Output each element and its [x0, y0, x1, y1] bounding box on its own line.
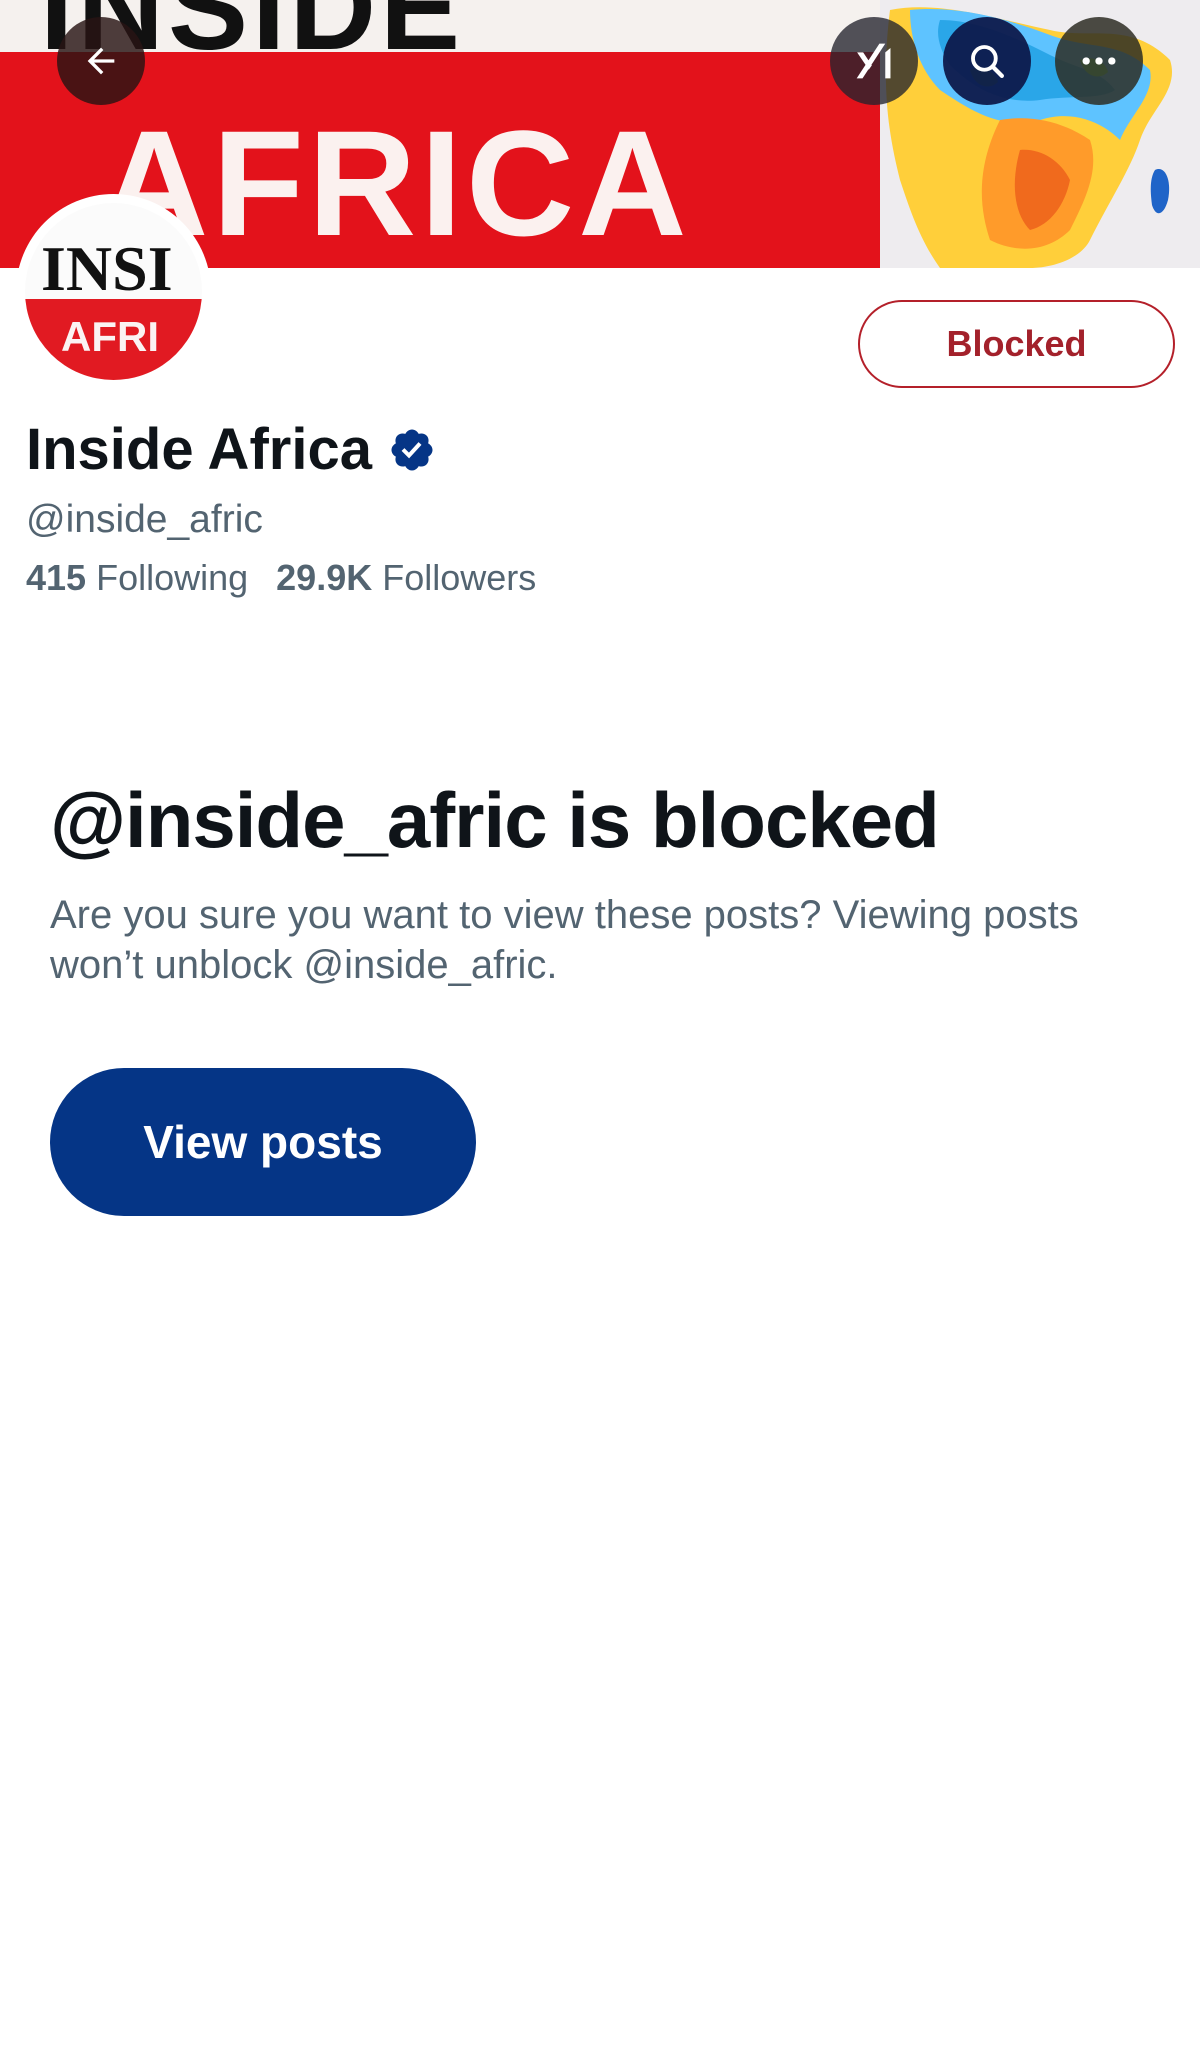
arrow-left-icon: [87, 47, 115, 75]
following-count: 415: [26, 557, 87, 598]
banner-africa-map: [880, 0, 1200, 268]
blocked-notice-title: @inside_afric is blocked: [50, 776, 940, 864]
search-icon: [971, 45, 1004, 78]
africa-heatmap-graphic: [885, 7, 1172, 268]
followers-stat[interactable]: 29.9K Followers: [276, 557, 536, 599]
followers-count: 29.9K: [276, 557, 373, 598]
profile-avatar[interactable]: INSI AFRI: [16, 194, 211, 389]
following-label: Following: [96, 557, 249, 598]
followers-label: Followers: [382, 557, 537, 598]
profile-handle: @inside_afric: [26, 498, 263, 541]
avatar-image: INSI AFRI: [25, 203, 202, 380]
display-name: Inside Africa: [26, 417, 372, 482]
following-stat[interactable]: 415 Following: [26, 557, 248, 599]
more-options-button[interactable]: [1055, 17, 1143, 105]
grok-button[interactable]: [830, 17, 918, 105]
profile-stats: 415 Following 29.9K Followers: [26, 557, 536, 599]
back-button[interactable]: [57, 17, 145, 105]
search-button[interactable]: [943, 17, 1031, 105]
grok-icon: [856, 43, 891, 79]
verified-badge-icon[interactable]: [388, 426, 436, 474]
more-horizontal-icon: [1082, 57, 1116, 65]
blocked-button[interactable]: Blocked: [858, 300, 1175, 388]
profile-name-row: Inside Africa: [26, 418, 436, 482]
view-posts-button[interactable]: View posts: [50, 1068, 476, 1216]
avatar-logo-bottom-text: AFRI: [61, 313, 159, 360]
blocked-notice-body: Are you sure you want to view these post…: [50, 893, 1079, 987]
avatar-logo-top-text: INSI: [41, 233, 173, 304]
